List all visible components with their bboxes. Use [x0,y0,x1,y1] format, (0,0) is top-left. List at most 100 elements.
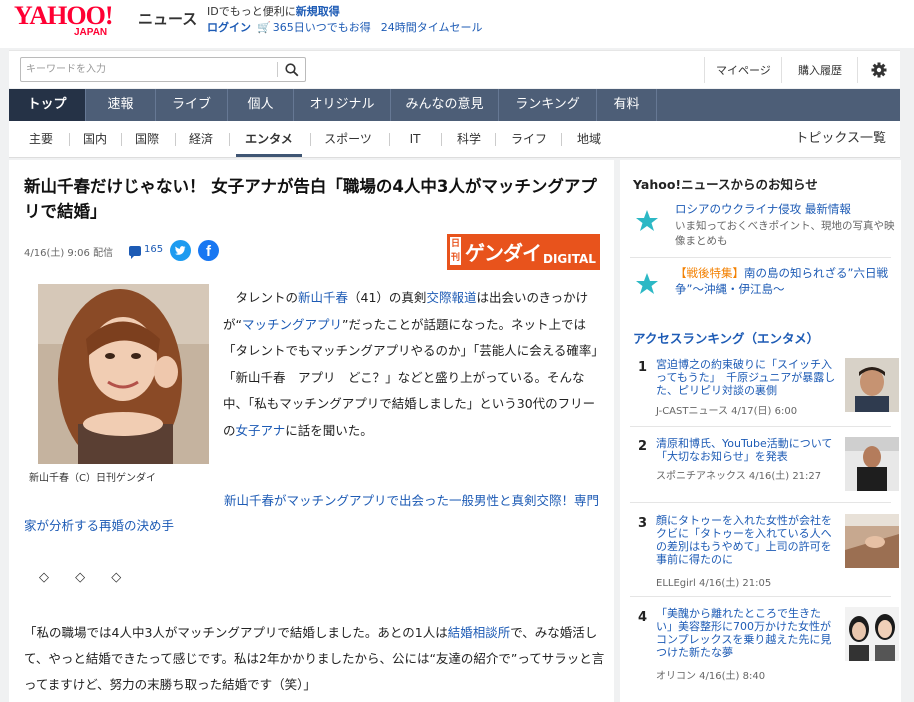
logo-gendai: ゲンダイ [465,241,542,265]
lead-link[interactable]: 新山千春 [298,290,348,305]
gear-icon [871,62,887,78]
tab-entertainment[interactable]: エンタメ [236,121,302,157]
nav-live[interactable]: ライブ [156,89,228,121]
publisher-logo[interactable]: 日刊 ゲンダイ DIGITAL [447,234,600,270]
masthead: YAHOO! JAPAN ニュース IDでもっと便利に新規取得 ログイン 🛒 365… [0,0,914,48]
ranking-heading[interactable]: アクセスランキング（エンタメ） [633,328,819,347]
facebook-share-icon[interactable]: f [198,240,219,261]
purchase-history-link[interactable]: 購入履歴 [798,62,842,78]
quote-text: 「私の職場では4人中3人がマッチングアプリで結婚しました。あとの1人は [24,625,448,640]
tab-main[interactable]: 主要 [21,121,61,157]
divider [630,426,891,427]
rank-number: 2 [638,439,648,454]
lead-text: ”だったことが話題になった。ネット上では「タレントでもマッチングアプリやるのか」… [223,316,604,438]
tab-separator [495,133,496,146]
star-icon [636,210,658,231]
lead-link[interactable]: 女子アナ [236,423,286,438]
rank-title[interactable]: 顔にタトゥーを入れた女性が会社をクビに「タトゥーを入れている人への差別はもうやめ… [656,514,836,566]
divider [630,502,891,503]
tab-economy[interactable]: 経済 [181,121,221,157]
search-button[interactable] [279,58,305,81]
article-date: 4/16(土) 9:06 配信 [24,248,114,259]
sidebar: Yahoo!ニュースからのお知らせ ロシアのウクライナ侵攻 最新情報 いま知って… [620,160,901,702]
id-promo-text: IDでもっと便利に [207,5,296,18]
lead-text: タレントの [223,290,299,305]
login-row: ログイン 🛒 365日いつでもお得 24時間タイムセール [207,19,492,35]
rank-title[interactable]: 清原和博氏、YouTube活動について「大切なお知らせ」を発表 [656,437,836,463]
twitter-share-icon[interactable] [170,240,191,261]
logo-digital: DIGITAL [543,252,596,266]
nav-top[interactable]: トップ [9,89,86,121]
logo-nikkan: 日刊 [450,237,461,265]
search-bar: マイページ 購入履歴 [9,50,900,88]
settings-button[interactable] [869,60,889,80]
lead-link[interactable]: マッチングアプリ [242,317,342,332]
yahoo-japan-logo[interactable]: YAHOO! JAPAN [14,3,136,41]
rank-source: ELLEgirl 4/16(土) 21:05 [656,578,772,589]
tab-separator [69,133,70,146]
tab-sports[interactable]: スポーツ [317,121,379,157]
divider [630,257,891,258]
comment-count[interactable]: 165 [144,244,163,255]
rank-number: 3 [638,516,648,531]
notice-title[interactable]: ロシアのウクライナ侵攻 最新情報 [675,201,895,217]
tab-separator [175,133,176,146]
comment-icon[interactable] [129,246,141,259]
rank-title[interactable]: 「美醜から離れたところで生きたい」美容整形に700万かけた女性がコンプレックスを… [656,607,836,659]
news-brand-link[interactable]: ニュース [138,8,197,29]
rank-source: スポニチアネックス 4/16(土) 21:27 [656,471,822,482]
tab-domestic[interactable]: 国内 [75,121,115,157]
nav-original[interactable]: オリジナル [294,89,391,121]
login-link[interactable]: ログイン [207,21,251,34]
lead-text: に話を聞いた。 [285,422,373,438]
timesale-link[interactable]: 24時間タイムセール [381,21,483,34]
search-box [20,57,306,82]
nav-ranking[interactable]: ランキング [499,89,597,121]
tab-separator [441,133,442,146]
tab-separator [121,133,122,146]
lead-text: （41）の真剣 [348,290,427,305]
rank-thumbnail[interactable] [845,358,899,412]
nav-personal[interactable]: 個人 [228,89,294,121]
topics-list-link[interactable]: トピックス一覧 [795,121,886,157]
tab-it[interactable]: IT [397,121,433,157]
rank-thumbnail[interactable] [845,607,899,661]
nav-breaking[interactable]: 速報 [86,89,156,121]
nav-paid[interactable]: 有料 [597,89,657,121]
rank-number: 1 [638,360,648,375]
section-divider: ◇ ◇ ◇ [39,570,122,585]
photo-caption: 新山千春（C）日刊ゲンダイ [29,473,156,484]
article: 新山千春だけじゃない！ 女子アナが告白「職場の4人中3人がマッチングアプリで結婚… [9,160,614,702]
tab-region[interactable]: 地域 [569,121,609,157]
mypage-link[interactable]: マイページ [716,62,771,78]
nav-opinions[interactable]: みんなの意見 [391,89,499,121]
util-separator [704,57,705,83]
notice-title[interactable]: 【戦後特集】南の島の知られざる”六日戦争”～沖縄・伊江島～ [675,265,895,297]
article-quote: 「私の職場では4人中3人がマッチングアプリで結婚しました。あとの1人は結婚相談所… [24,620,609,698]
article-lead: タレントの新山千春（41）の真剣交際報道は出会いのきっかけが“マッチングアプリ”… [223,285,605,444]
related-article-link[interactable]: 新山千春がマッチングアプリで出会った一般男性と真剣交際！専門家が分析する再婚の決… [24,488,606,538]
lead-link[interactable]: 交際報道 [426,290,476,305]
rank-title[interactable]: 宮迫博之の約束破りに「スイッチ入ってもうた」 千原ジュニアが暴露した、ピリピリ対… [656,358,836,397]
quote-link[interactable]: 結婚相談所 [448,625,511,640]
notice-highlight: 【戦後特集】 [675,266,744,280]
search-input[interactable] [21,58,277,81]
offer-link[interactable]: 365日いつでもお得 [273,21,371,34]
article-photo[interactable] [38,284,209,464]
primary-nav: トップ 速報 ライブ 個人 オリジナル みんなの意見 ランキング 有料 [9,89,900,121]
logo-text: YAHOO! [14,1,113,30]
tab-separator [389,133,390,146]
rank-thumbnail[interactable] [845,437,899,491]
register-link[interactable]: 新規取得 [296,5,340,18]
search-icon [285,63,299,77]
divider [630,596,891,597]
tab-separator [561,133,562,146]
tab-separator [310,133,311,146]
rank-thumbnail[interactable] [845,514,899,568]
tab-international[interactable]: 国際 [127,121,167,157]
star-icon [636,273,658,294]
rank-number: 4 [638,610,648,625]
tab-science[interactable]: 科学 [449,121,489,157]
cart-icon: 🛒 [257,21,271,34]
tab-life[interactable]: ライフ [503,121,555,157]
